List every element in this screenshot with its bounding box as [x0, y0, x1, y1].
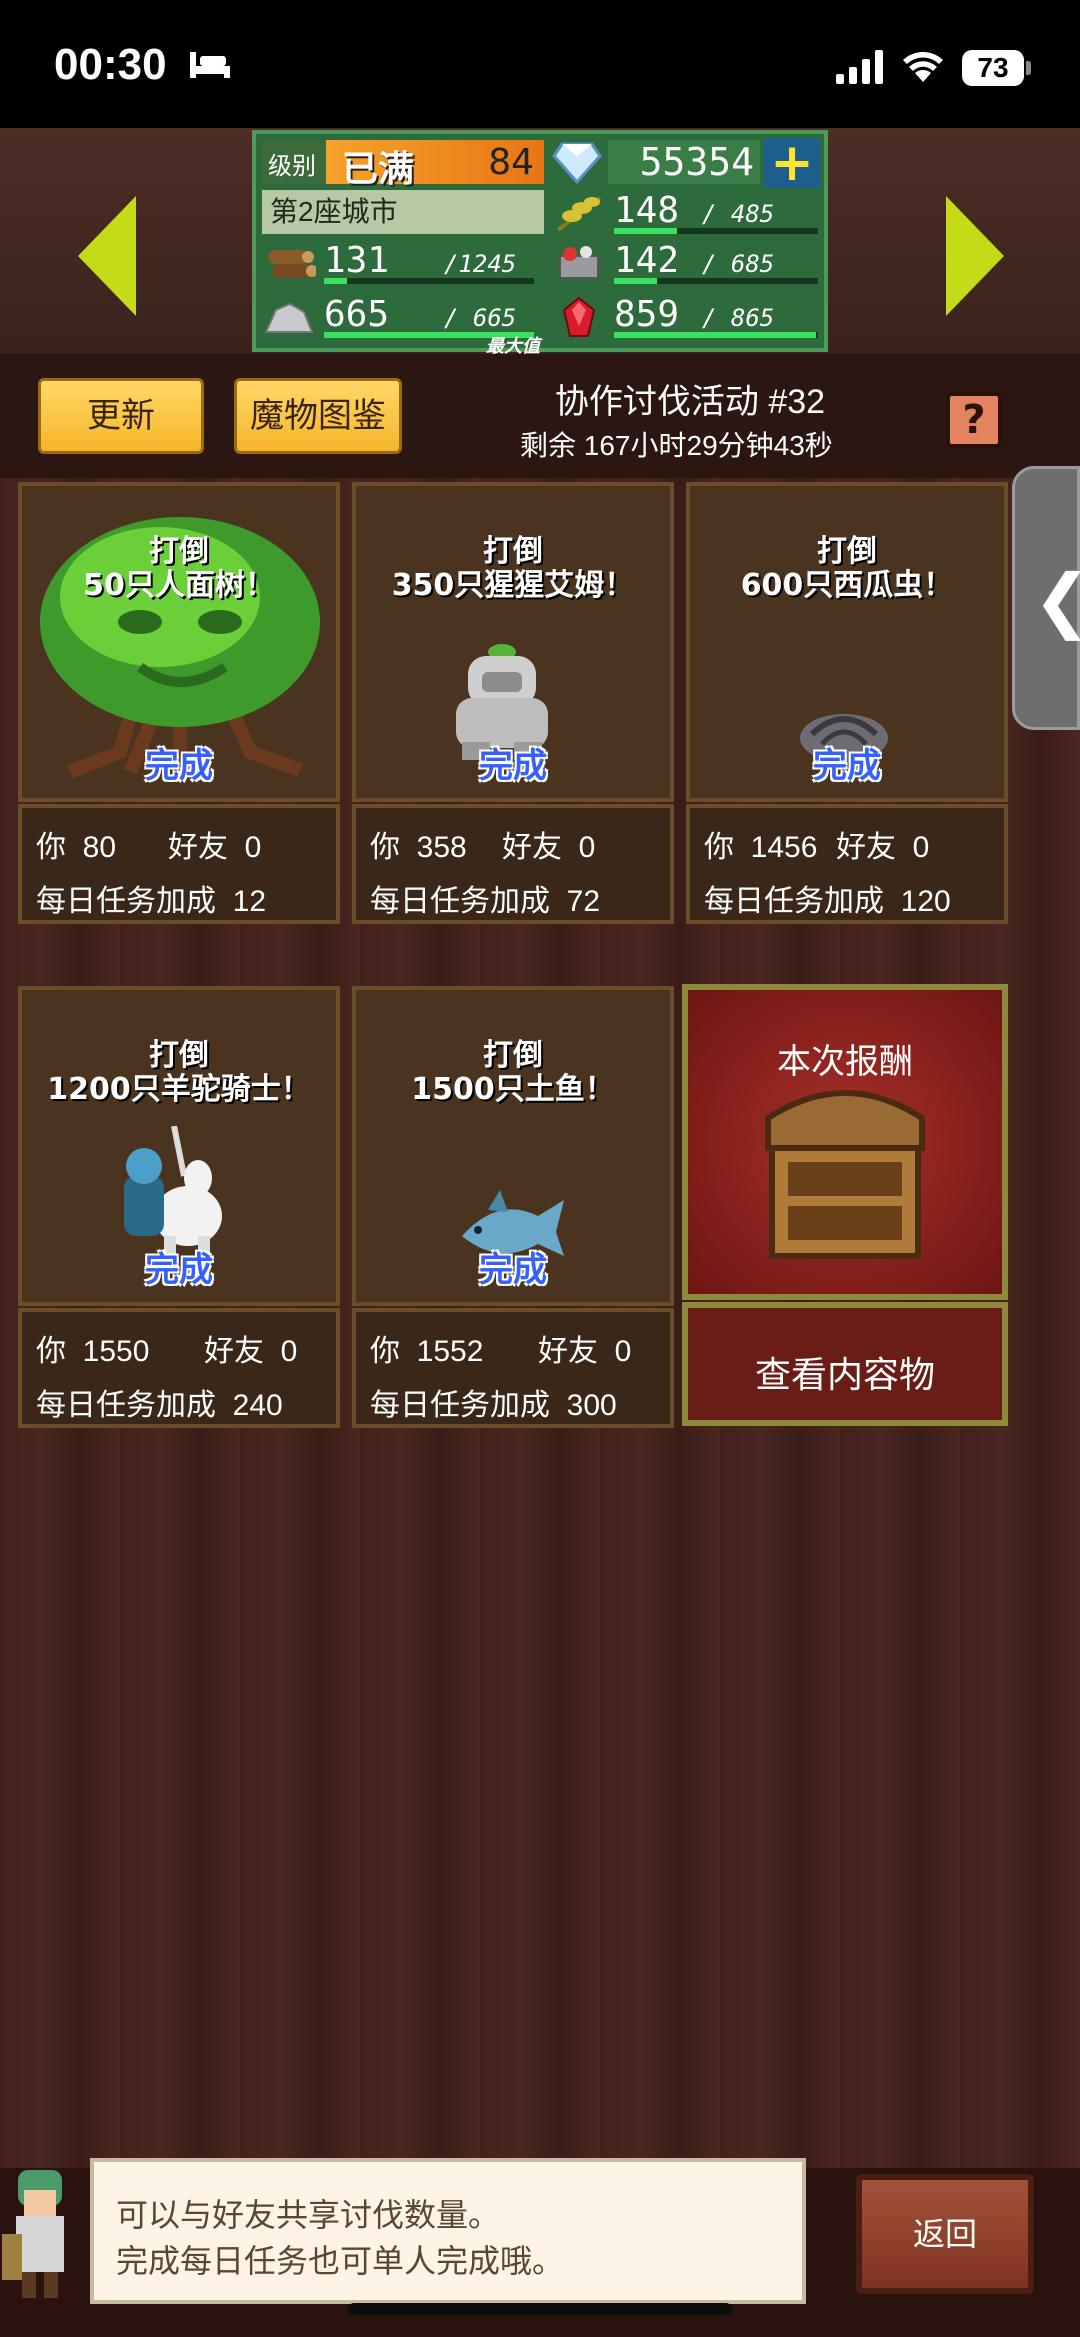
chevron-left-icon: ❮: [1033, 559, 1080, 641]
ore-cart-icon: [559, 246, 599, 279]
ore-bar: [614, 278, 818, 284]
quest-title-line2: 350只猩猩艾姆！: [391, 568, 635, 603]
side-drawer-handle[interactable]: ❮: [1012, 466, 1080, 730]
level-full-label: 已满: [342, 149, 415, 190]
level-label: 级别: [268, 152, 316, 180]
reward-panel: 本次报酬 查看内容物: [682, 984, 1008, 1426]
event-remaining-time: 剩余 167小时29分钟43秒: [520, 430, 833, 461]
tip-line2: 完成每日任务也可单人完成哦。: [116, 2243, 565, 2279]
ruby-bar: [614, 332, 818, 338]
battery-tip: [1026, 61, 1031, 75]
quest-done-label: 完成: [479, 1250, 547, 1290]
quest-done-label: 完成: [145, 746, 213, 786]
prev-city-arrow[interactable]: [78, 196, 136, 316]
your-count: 你 80: [36, 831, 117, 864]
ruby-max: / 865: [702, 304, 775, 332]
level-box: 级别 已满 84: [262, 140, 544, 190]
ore-max: / 685: [702, 250, 775, 278]
quest-done-label: 完成: [813, 746, 881, 786]
daily-bonus: 每日任务加成 72: [370, 885, 601, 918]
refresh-button[interactable]: 更新: [38, 378, 204, 454]
wood-max: /1245: [444, 250, 517, 278]
battery-icon: 73: [962, 50, 1024, 86]
status-bar: 00:30 73: [0, 0, 1080, 128]
quest-card[interactable]: 打倒 1500只土鱼！ 完成 你 1552 好友 0 每日任务加成 300: [352, 986, 674, 1428]
quest-title-line2: 1200只羊驼骑士！: [47, 1072, 311, 1107]
food-resource: 148 / 485: [552, 190, 828, 236]
stone-value: 665: [324, 294, 390, 335]
ore-value: 142: [614, 240, 680, 281]
your-count: 你 1550: [36, 1335, 150, 1368]
gem-count: 55354: [608, 140, 760, 184]
quest-done-label: 完成: [479, 746, 547, 786]
cellular-signal-icon: [836, 50, 883, 84]
daily-bonus: 每日任务加成 12: [36, 885, 267, 918]
quest-card[interactable]: 打倒 50只人面树！ 完成 你 80 好友 0 每日任务加成 12: [18, 482, 340, 924]
wifi-icon: [903, 52, 943, 82]
daily-bonus: 每日任务加成 300: [370, 1389, 617, 1422]
ruby-value: 859: [614, 294, 680, 335]
advisor-character-icon: [2, 2170, 64, 2298]
event-title: 协作讨伐活动 #32: [554, 383, 826, 421]
add-gems-button[interactable]: +: [764, 137, 820, 189]
friend-count: 好友 0: [538, 1335, 632, 1368]
friend-count: 好友 0: [502, 831, 596, 864]
quest-done-label: 完成: [145, 1250, 213, 1290]
treasure-chest-icon: [765, 1090, 925, 1259]
wood-bar: [324, 278, 534, 284]
your-count: 你 358: [370, 831, 467, 864]
food-value: 148: [614, 190, 680, 231]
tip-dialog: 可以与好友共享讨伐数量。 完成每日任务也可单人完成哦。: [90, 2158, 806, 2304]
quest-card[interactable]: 打倒 600只西瓜虫！ 完成 你 1456 好友 0 每日任务加成 120: [686, 482, 1008, 924]
wood-value: 131: [324, 240, 390, 281]
quest-card[interactable]: 打倒 1200只羊驼骑士！ 完成 你 1550 好友 0 每日任务加成 240: [18, 986, 340, 1428]
level-value: 84: [488, 142, 534, 183]
resource-panel: 级别 已满 84 55354 + 第2座城市 148 / 485 131 /12…: [252, 130, 828, 357]
tip-line1: 可以与好友共享讨伐数量。: [116, 2197, 501, 2233]
ore-resource: 142 / 685: [552, 240, 828, 286]
your-count: 你 1456: [704, 831, 818, 864]
view-contents-button[interactable]: 查看内容物: [682, 1302, 1008, 1426]
daily-bonus: 每日任务加成 120: [704, 885, 951, 918]
reward-title: 本次报酬: [777, 1043, 913, 1081]
city-name: 第2座城市: [262, 190, 544, 234]
sleep-mode-icon: [190, 52, 230, 78]
quest-title-line2: 50只人面树！: [83, 568, 275, 603]
your-count: 你 1552: [370, 1335, 484, 1368]
wood-log-icon: [268, 250, 316, 278]
ruby-icon: [562, 296, 596, 337]
friend-count: 好友 0: [836, 831, 930, 864]
stone-icon: [264, 302, 314, 333]
help-button[interactable]: ?: [946, 392, 1002, 448]
friend-count: 好友 0: [204, 1335, 298, 1368]
back-button[interactable]: 返回: [856, 2174, 1034, 2294]
wheat-icon: [556, 196, 602, 232]
daily-bonus: 每日任务加成 240: [36, 1389, 283, 1422]
food-bar: [614, 228, 818, 234]
next-city-arrow[interactable]: [946, 196, 1004, 316]
quest-title-line2: 1500只土鱼！: [411, 1072, 615, 1107]
stone-max: / 665: [444, 304, 517, 332]
ruby-resource: 859 / 865: [552, 294, 828, 340]
food-max: / 485: [702, 200, 775, 228]
diamond-icon: [552, 142, 602, 184]
status-time: 00:30: [54, 40, 167, 89]
quest-card[interactable]: 打倒 350只猩猩艾姆！ 完成 你 358 好友 0 每日任务加成 72: [352, 482, 674, 924]
friend-count: 好友 0: [168, 831, 262, 864]
quest-title-line2: 600只西瓜虫！: [740, 568, 954, 603]
home-indicator[interactable]: [348, 2303, 732, 2315]
wood-resource: 131 /1245: [262, 240, 544, 286]
bestiary-button[interactable]: 魔物图鉴: [234, 378, 402, 454]
